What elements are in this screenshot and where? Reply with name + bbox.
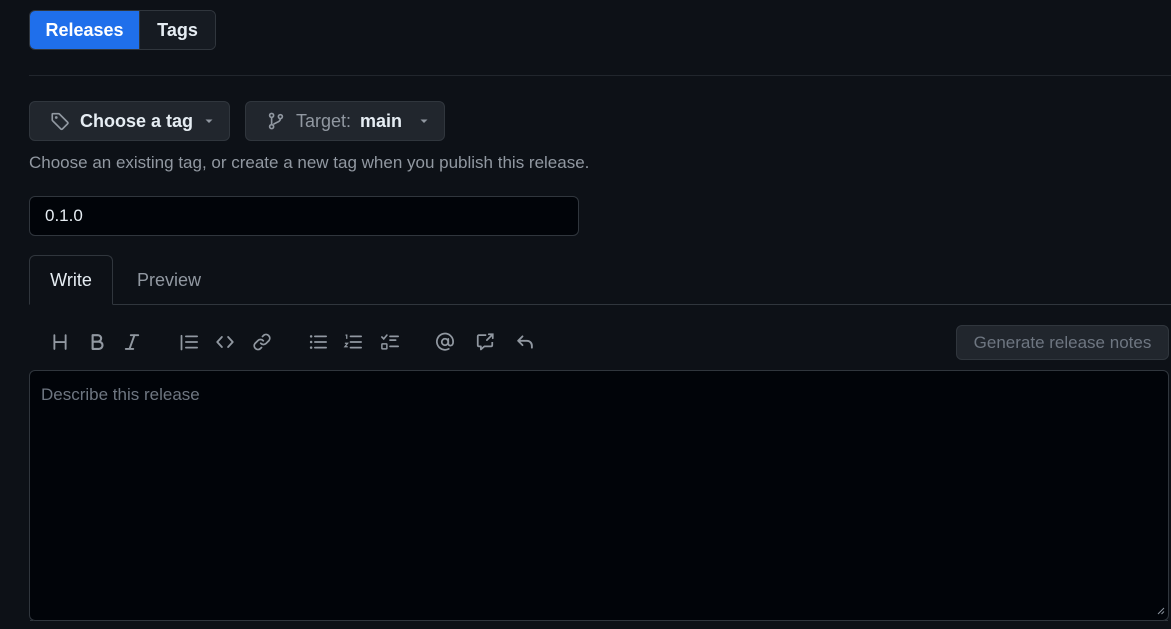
target-branch-dropdown[interactable]: Target: main (245, 101, 445, 141)
git-branch-icon (266, 111, 286, 131)
releases-tab-button[interactable]: Releases (30, 11, 139, 49)
target-branch-value: main (360, 110, 403, 131)
quote-icon[interactable] (177, 330, 201, 354)
unordered-list-icon[interactable] (306, 330, 330, 354)
choose-tag-dropdown[interactable]: Choose a tag (29, 101, 230, 141)
tag-hint-text: Choose an existing tag, or create a new … (29, 153, 590, 172)
section-divider (29, 75, 1171, 76)
choose-tag-label: Choose a tag (80, 110, 194, 131)
heading-icon[interactable] (48, 330, 72, 354)
tab-preview[interactable]: Preview (122, 255, 216, 305)
mention-icon[interactable] (433, 330, 457, 354)
ordered-list-icon[interactable] (341, 330, 365, 354)
release-title-input[interactable] (29, 196, 579, 236)
chevron-down-icon (203, 115, 215, 127)
releases-tags-switch: Releases Tags (29, 10, 216, 50)
italic-icon[interactable] (120, 330, 144, 354)
chevron-down-icon (418, 115, 430, 127)
resize-handle-icon[interactable] (1155, 605, 1165, 615)
textarea-bottom-border (30, 620, 1168, 621)
generate-release-notes-button[interactable]: Generate release notes (956, 325, 1169, 360)
tag-icon (50, 111, 70, 131)
tags-tab-button[interactable]: Tags (139, 11, 215, 49)
bold-icon[interactable] (85, 330, 109, 354)
release-form: Releases Tags Choose a tag Target: main … (0, 0, 1171, 629)
target-prefix: Target: (296, 110, 352, 131)
release-description-textarea[interactable] (29, 370, 1169, 621)
link-icon[interactable] (250, 330, 274, 354)
cross-reference-icon[interactable] (473, 330, 497, 354)
task-list-icon[interactable] (378, 330, 402, 354)
reply-icon[interactable] (513, 330, 537, 354)
code-icon[interactable] (213, 330, 237, 354)
tab-write[interactable]: Write (29, 255, 113, 305)
